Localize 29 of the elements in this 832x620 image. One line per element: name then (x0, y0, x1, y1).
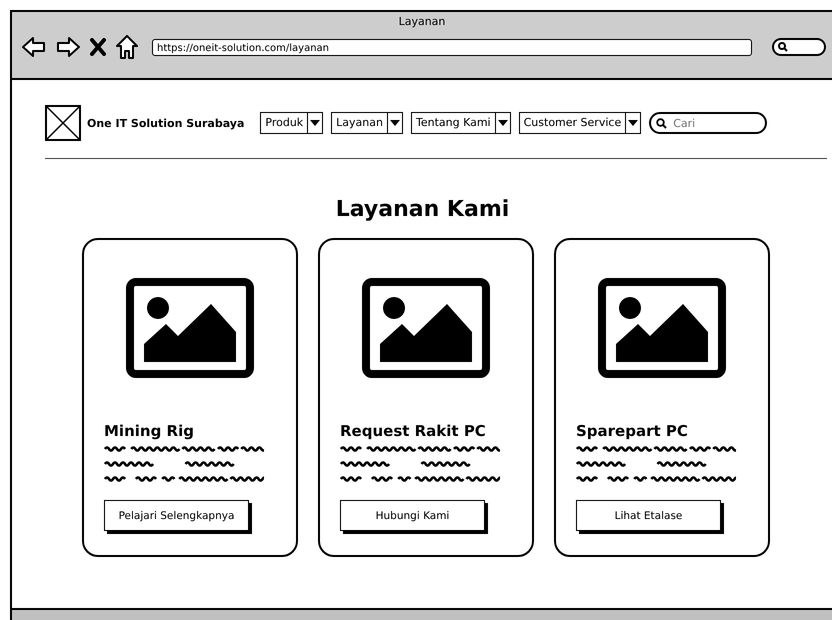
forward-icon[interactable] (56, 36, 80, 58)
browser-search-field[interactable] (772, 38, 826, 56)
home-icon[interactable] (116, 35, 138, 59)
back-icon[interactable] (22, 36, 46, 58)
close-icon[interactable] (90, 38, 106, 56)
caret-icon (390, 120, 400, 126)
search-icon (778, 42, 788, 52)
caret-icon (628, 120, 638, 126)
logo-placeholder-icon (45, 105, 81, 141)
nav-dropdown[interactable]: Customer Service (518, 112, 642, 134)
brand-name: One IT Solution Surabaya (87, 116, 244, 130)
search-field[interactable]: Cari (649, 112, 768, 134)
card-title: Sparepart PC (576, 422, 689, 440)
window-title: Layanan (398, 14, 446, 28)
nav-dropdown[interactable]: Produk (260, 112, 324, 134)
card-button[interactable]: Lihat Etalase (576, 500, 721, 531)
card-button[interactable]: Pelajari Selengkapnya (104, 500, 249, 531)
card-title: Request Rakit PC (340, 422, 487, 440)
page-heading: Layanan Kami (334, 197, 510, 222)
caret-icon (310, 120, 320, 126)
address-field[interactable]: https://oneit-solution.com/layanan (152, 38, 752, 56)
caret-icon (498, 120, 508, 126)
card-button[interactable]: Hubungi Kami (340, 500, 485, 531)
image-placeholder-icon (126, 278, 254, 378)
image-placeholder-icon (598, 278, 726, 378)
nav-dropdown[interactable]: Layanan (331, 112, 403, 134)
card-title: Mining Rig (104, 422, 195, 440)
nav-dropdown[interactable]: Tentang Kami (410, 112, 511, 134)
image-placeholder-icon (362, 278, 490, 378)
